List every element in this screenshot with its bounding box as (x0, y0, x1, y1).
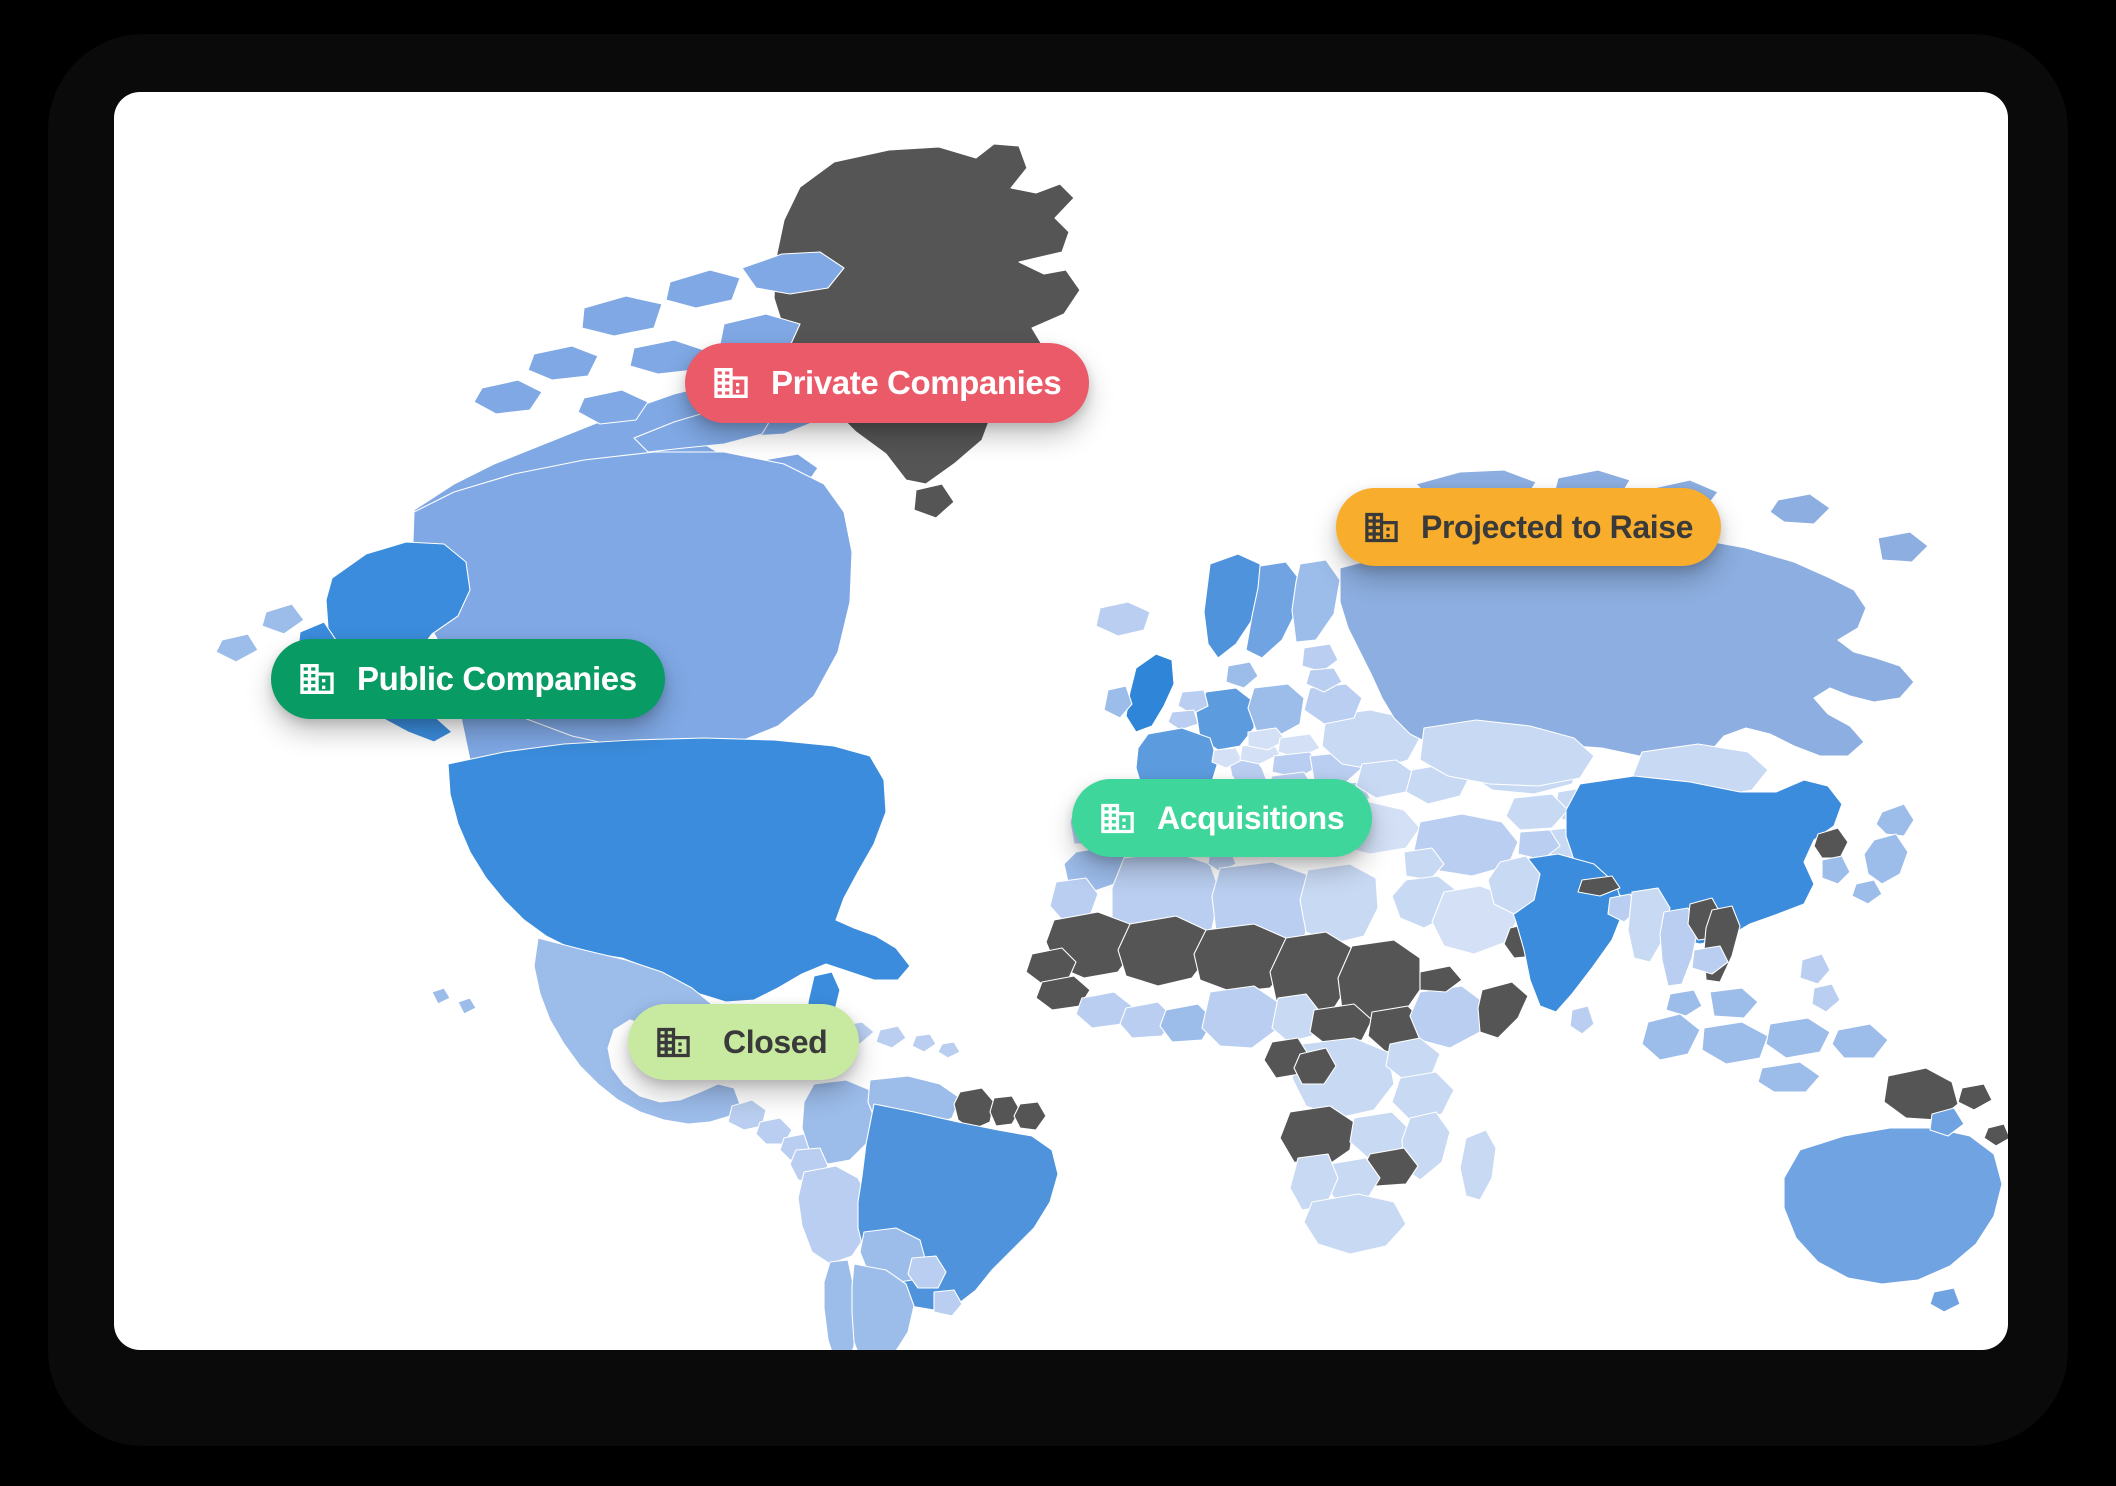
legend-pill-label: Closed (723, 1023, 828, 1060)
office-building-icon (1365, 512, 1398, 542)
world-map[interactable] (114, 92, 2008, 1350)
legend-pill-closed[interactable]: Closed (628, 1004, 860, 1080)
legend-pill-public-companies[interactable]: Public Companies (271, 639, 665, 719)
office-building-icon (714, 368, 748, 398)
legend-pill-acquisitions[interactable]: Acquisitions (1072, 779, 1373, 857)
legend-pill-projected-to-raise[interactable]: Projected to Raise (1336, 488, 1722, 566)
legend-pill-label: Acquisitions (1157, 799, 1345, 836)
office-building-icon (1101, 803, 1134, 833)
office-building-icon (300, 664, 334, 694)
legend-pill-label: Projected to Raise (1421, 508, 1694, 545)
legend-pill-private-companies[interactable]: Private Companies (685, 343, 1090, 423)
map-card: Private Companies Projected to Raise Pub… (114, 92, 2008, 1350)
map-countries (215, 143, 2008, 1350)
legend-pill-label: Public Companies (357, 660, 637, 697)
office-building-icon (657, 1027, 690, 1057)
device-frame: Private Companies Projected to Raise Pub… (0, 0, 2116, 1486)
legend-pill-label: Private Companies (771, 364, 1062, 401)
